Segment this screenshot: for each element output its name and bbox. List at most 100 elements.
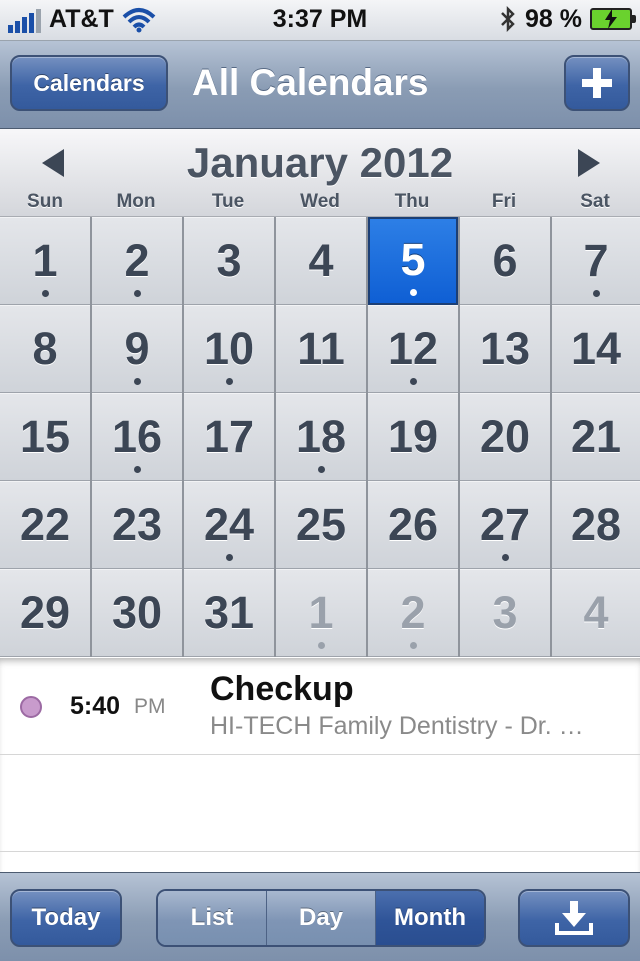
event-indicator-dot [318,466,325,473]
event-indicator-dot [410,378,417,385]
day-number: 20 [479,411,531,462]
weekday-label: Thu [394,191,430,212]
day-number: 13 [479,323,531,374]
plus-icon [582,68,612,98]
day-cell[interactable]: 16 [92,393,182,481]
event-indicator-dot [42,290,49,297]
day-cell[interactable]: 17 [184,393,274,481]
month-title: January 2012 [186,139,454,186]
day-cell[interactable]: 12 [368,305,458,393]
day-cell[interactable]: 11 [276,305,366,393]
day-number: 31 [203,587,255,638]
day-number: 24 [203,499,255,550]
page-title: All Calendars [192,62,429,103]
calendars-button[interactable]: Calendars [10,55,168,111]
day-number: 25 [295,499,347,550]
day-cell-selected[interactable]: 5 [368,217,458,305]
day-cell[interactable]: 30 [92,569,182,657]
day-cell[interactable]: 20 [460,393,550,481]
day-number: 10 [203,323,255,374]
day-cell[interactable]: 8 [0,305,90,393]
event-row[interactable]: 5:40 PM Checkup HI-TECH Family Dentistry… [0,658,640,755]
day-number: 1 [32,235,58,286]
event-indicator-dot [134,290,141,297]
segment-day[interactable]: Day [267,891,376,945]
day-number: 5 [400,234,426,285]
day-cell[interactable]: 6 [460,217,550,305]
day-cell[interactable]: 27 [460,481,550,569]
day-cell[interactable]: 29 [0,569,90,657]
day-cell[interactable]: 10 [184,305,274,393]
download-button[interactable] [518,889,630,947]
battery-percent: 98 % [525,5,582,33]
day-number: 11 [297,323,345,374]
weekday-label: Sun [27,191,63,212]
day-number: 14 [570,323,622,374]
day-number: 27 [479,499,531,550]
event-indicator-dot [502,554,509,561]
event-indicator-dot [134,466,141,473]
day-number: 4 [308,235,334,286]
weekday-label: Tue [211,191,245,212]
status-right: 98 % [499,5,636,33]
day-number: 8 [32,323,58,374]
event-ampm: PM [134,695,166,718]
day-number: 19 [387,411,439,462]
weekday-label: Sat [580,191,610,212]
weekday-labels: Sun Mon Tue Wed Thu Fri Sat [0,191,640,213]
day-cell[interactable]: 22 [0,481,90,569]
day-number: 22 [19,499,71,550]
day-number: 30 [111,587,163,638]
day-number: 3 [492,587,518,638]
day-cell[interactable]: 9 [92,305,182,393]
add-event-button[interactable] [564,55,630,111]
day-cell[interactable]: 24 [184,481,274,569]
day-number: 17 [203,411,255,462]
day-cell[interactable]: 13 [460,305,550,393]
day-cell[interactable]: 1 [0,217,90,305]
day-number: 3 [216,235,242,286]
day-cell[interactable]: 23 [92,481,182,569]
day-number: 28 [570,499,622,550]
segment-list[interactable]: List [158,891,267,945]
day-number: 18 [295,411,347,462]
day-cell[interactable]: 2 [92,217,182,305]
day-number: 29 [19,587,71,638]
day-cell[interactable]: 2 [368,569,458,657]
day-cell[interactable]: 3 [460,569,550,657]
event-indicator-dot [134,378,141,385]
segment-month[interactable]: Month [376,891,484,945]
day-cell[interactable]: 1 [276,569,366,657]
day-cell[interactable]: 31 [184,569,274,657]
next-month-arrow-icon[interactable] [572,147,604,179]
day-cell[interactable]: 14 [552,305,640,393]
battery-icon [590,8,636,30]
bluetooth-icon [501,5,515,33]
event-title: Checkup [210,670,354,708]
day-number: 1 [308,587,334,638]
day-cell[interactable]: 21 [552,393,640,481]
day-number: 7 [583,235,609,286]
today-button[interactable]: Today [10,889,122,947]
day-number: 16 [111,411,163,462]
event-indicator-dot [226,378,233,385]
day-cell[interactable]: 18 [276,393,366,481]
event-indicator-dot [410,289,417,296]
month-header: January 2012 Sun Mon Tue Wed Thu Fri Sat [0,129,640,217]
day-cell[interactable]: 4 [552,569,640,657]
day-cell[interactable]: 4 [276,217,366,305]
day-cell[interactable]: 3 [184,217,274,305]
day-number: 15 [19,411,71,462]
day-cell[interactable]: 28 [552,481,640,569]
day-cell[interactable]: 7 [552,217,640,305]
weekday-label: Wed [300,191,340,212]
day-cell[interactable]: 25 [276,481,366,569]
navigation-bar: Calendars All Calendars [0,41,640,129]
event-list: 5:40 PM Checkup HI-TECH Family Dentistry… [0,658,640,872]
day-cell[interactable]: 19 [368,393,458,481]
event-indicator-dot [410,642,417,649]
day-number: 23 [111,499,163,550]
day-cell[interactable]: 15 [0,393,90,481]
day-number: 2 [400,587,426,638]
day-cell[interactable]: 26 [368,481,458,569]
